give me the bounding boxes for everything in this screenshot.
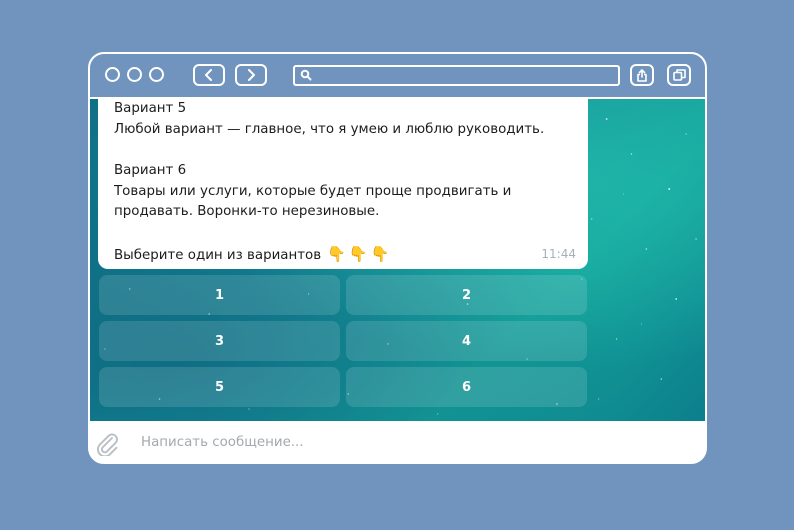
choose-prompt-line: Выберите один из вариантов 👇👇👇 (114, 244, 572, 267)
option5-title: Вариант 5 (114, 101, 187, 116)
option6-text-line1: Товары или услуги, которые будет проще п… (114, 183, 512, 199)
window-minimize-circle-icon[interactable] (127, 67, 142, 82)
keyboard-button-4[interactable]: 4 (346, 321, 587, 361)
window-maximize-circle-icon[interactable] (149, 67, 164, 82)
option6-text-line2: продавать. Воронки-то нерезиновые. (114, 204, 380, 219)
message-composer: Написать сообщение... (90, 421, 705, 462)
message-timestamp: 11:44 (541, 246, 576, 261)
paperclip-icon[interactable] (95, 432, 121, 456)
choose-prompt: Выберите один из вариантов (114, 247, 322, 263)
forward-button[interactable] (235, 64, 267, 86)
window-close-circle-icon[interactable] (105, 67, 120, 82)
message-input[interactable]: Написать сообщение... (141, 435, 304, 450)
chat-area: Вариант 5 Любой вариант — главное, что я… (90, 99, 705, 421)
bot-message-bubble: Вариант 5 Любой вариант — главное, что я… (98, 99, 588, 269)
app-window: Вариант 5 Любой вариант — главное, что я… (88, 52, 707, 464)
keyboard-button-3[interactable]: 3 (99, 321, 340, 361)
keyboard-button-5[interactable]: 5 (99, 367, 340, 407)
chevron-left-icon (205, 69, 212, 81)
keyboard-button-6[interactable]: 6 (346, 367, 587, 407)
share-button[interactable] (630, 64, 654, 86)
browser-toolbar (90, 54, 705, 99)
address-search-bar[interactable] (293, 65, 620, 86)
search-icon (300, 69, 312, 81)
back-button[interactable] (193, 64, 225, 86)
tabs-icon (672, 69, 686, 81)
share-icon (637, 68, 647, 82)
option6-title: Вариант 6 (114, 163, 187, 178)
pointing-down-emoji-icon: 👇👇👇 (327, 244, 393, 263)
keyboard-button-2[interactable]: 2 (346, 275, 587, 315)
option5-text: Любой вариант — главное, что я умею и лю… (114, 121, 545, 137)
tabs-button[interactable] (667, 64, 691, 86)
keyboard-button-1[interactable]: 1 (99, 275, 340, 315)
chevron-right-icon (248, 69, 255, 81)
